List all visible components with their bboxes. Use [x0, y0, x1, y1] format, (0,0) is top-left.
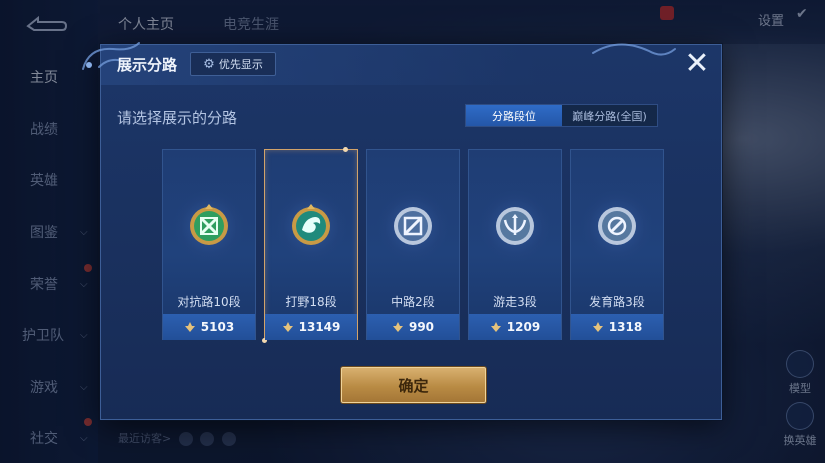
confirm-button[interactable]: 确定 [341, 367, 486, 403]
emblem-backdrop [173, 190, 245, 262]
selection-corner-marker [343, 147, 348, 152]
lane-score-bar: 990 [367, 314, 459, 340]
emblem-backdrop [377, 190, 449, 262]
toggle-lane-rank[interactable]: 分路段位 [466, 105, 562, 126]
close-button[interactable]: ✕ [681, 49, 713, 81]
mid-lane-emblem-icon [394, 207, 432, 245]
battle-points-icon [184, 322, 195, 332]
lane-points: 1209 [506, 320, 541, 334]
lane-points: 990 [408, 320, 435, 334]
jungle-emblem-icon [292, 204, 330, 245]
gear-icon: ⚙ [203, 56, 215, 72]
lane-card-jungle[interactable]: 打野18段 13149 [262, 147, 358, 343]
lane-mode-toggle: 分路段位 巅峰分路(全国) [465, 104, 658, 127]
clash-lane-emblem-icon [190, 204, 228, 245]
confirm-label: 确定 [398, 376, 429, 395]
battle-points-icon [490, 322, 501, 332]
emblem-backdrop [275, 190, 347, 262]
lane-name: 对抗路10段 [177, 295, 241, 309]
close-icon: ✕ [684, 46, 710, 81]
lane-card-mid[interactable]: 中路2段 990 [366, 149, 460, 340]
lane-name: 中路2段 [391, 295, 435, 309]
lane-score-bar: 1318 [571, 314, 663, 340]
lane-score-bar: 1209 [469, 314, 561, 340]
battle-points-icon [282, 322, 293, 332]
lane-name: 游走3段 [493, 295, 537, 309]
lane-name: 打野18段 [285, 295, 337, 309]
farm-lane-emblem-icon [598, 207, 636, 245]
lane-card-clash[interactable]: 对抗路10段 5103 [162, 149, 256, 340]
lane-score-bar: 5103 [163, 314, 255, 340]
emblem-backdrop [581, 190, 653, 262]
emblem-backdrop [479, 190, 551, 262]
lane-score-bar: 13149 [265, 314, 357, 340]
lane-name: 发育路3段 [589, 295, 645, 309]
battle-points-icon [392, 322, 403, 332]
roam-emblem-icon [496, 207, 534, 245]
dialog-subtitle: 请选择展示的分路 [117, 109, 238, 127]
priority-display-button[interactable]: ⚙ 优先显示 [190, 52, 276, 76]
lane-points: 13149 [298, 320, 341, 334]
lane-card-farm[interactable]: 发育路3段 1318 [570, 149, 664, 340]
priority-display-label: 优先显示 [218, 58, 263, 71]
dialog-title: 展示分路 [117, 56, 178, 74]
toggle-peak-lane-national[interactable]: 巅峰分路(全国) [562, 105, 657, 126]
lane-points: 5103 [200, 320, 235, 334]
lane-points: 1318 [608, 320, 643, 334]
battle-points-icon [592, 322, 603, 332]
lane-card-roam[interactable]: 游走3段 1209 [468, 149, 562, 340]
lane-display-dialog: 展示分路 ⚙ 优先显示 ✕ 请选择展示的分路 分路段位 巅峰分路(全国) 对抗路… [82, 42, 722, 420]
